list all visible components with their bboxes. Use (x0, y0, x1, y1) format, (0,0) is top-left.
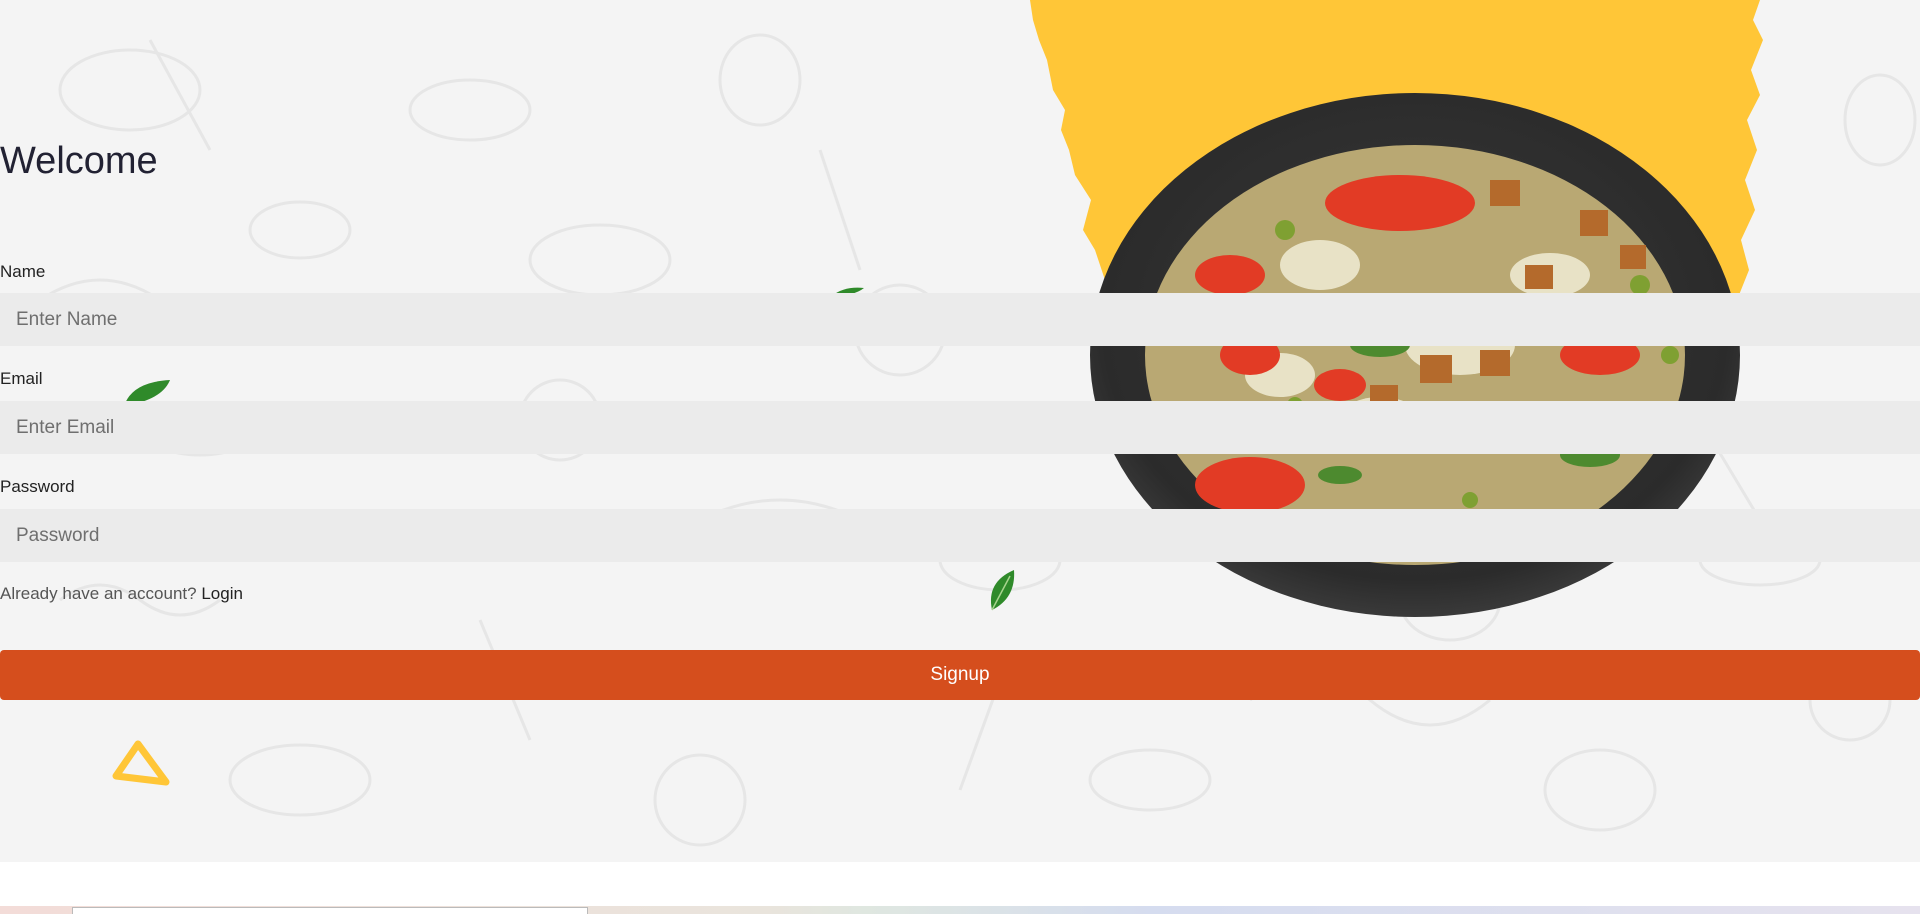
name-label: Name (0, 262, 46, 281)
password-input[interactable] (0, 509, 1920, 562)
email-label: Email (0, 369, 43, 388)
bottom-panel (72, 907, 588, 914)
triangle-icon (112, 740, 170, 786)
signup-button[interactable]: Signup (0, 650, 1920, 700)
login-prompt: Already have an account? Login (0, 584, 243, 604)
leaf-icon (990, 570, 1015, 611)
password-label: Password (0, 477, 75, 496)
name-input[interactable] (0, 293, 1920, 346)
page-title: Welcome (0, 140, 158, 182)
salad-plate-image (1090, 93, 1740, 617)
email-input[interactable] (0, 401, 1920, 454)
login-link[interactable]: Login (201, 584, 243, 603)
hero-section: Welcome Name Email Password Already have… (0, 0, 1920, 862)
account-prompt-text: Already have an account? (0, 584, 197, 603)
